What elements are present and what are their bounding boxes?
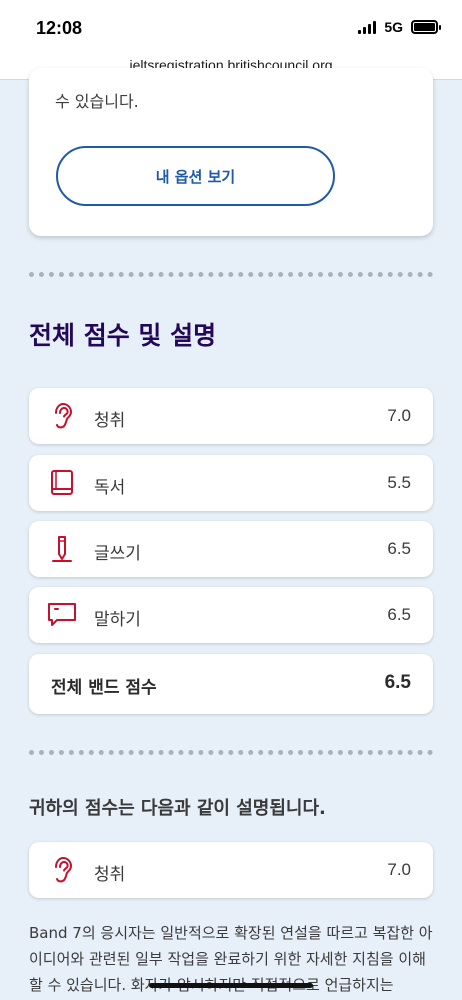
score-value: 7.0 xyxy=(387,406,411,425)
score-value: 6.5 xyxy=(387,539,411,558)
explanation-row-listening: 청취 7.0 xyxy=(29,842,433,898)
home-indicator[interactable] xyxy=(149,983,313,988)
score-label: 청취 xyxy=(94,411,126,431)
score-value: 7.0 xyxy=(387,860,411,879)
options-card: 수 있습니다. 내 옵션 보기 xyxy=(29,68,433,236)
score-explanation-title: 귀하의 점수는 다음과 같이 설명됩니다. xyxy=(29,798,326,819)
ear-icon xyxy=(55,402,73,429)
status-time: 12:08 xyxy=(36,18,83,38)
section-divider xyxy=(29,272,433,277)
score-label: 말하기 xyxy=(94,610,141,630)
score-value: 5.5 xyxy=(387,473,411,492)
overall-scores-title: 전체 점수 및 설명 xyxy=(29,321,217,350)
speech-bubble-icon xyxy=(48,603,76,626)
score-row-writing: 글쓰기 6.5 xyxy=(29,521,433,577)
signal-icon xyxy=(358,20,377,34)
status-bar: 12:08 5G xyxy=(0,0,462,50)
network-type: 5G xyxy=(384,19,403,35)
battery-icon xyxy=(411,20,441,34)
status-indicators: 5G xyxy=(358,19,441,35)
overall-band-score: 6.5 xyxy=(384,672,411,693)
options-card-text: 수 있습니다. xyxy=(55,92,139,111)
score-label: 청취 xyxy=(94,865,126,885)
score-label: 독서 xyxy=(94,478,126,498)
score-row-speaking: 말하기 6.5 xyxy=(29,587,433,643)
score-value: 6.5 xyxy=(387,605,411,624)
overall-band-label: 전체 밴드 점수 xyxy=(51,678,157,698)
pencil-icon xyxy=(52,536,72,562)
section-divider xyxy=(29,750,433,755)
score-label: 글쓰기 xyxy=(94,544,141,564)
score-row-listening: 청취 7.0 xyxy=(29,388,433,444)
score-row-reading: 독서 5.5 xyxy=(29,455,433,511)
book-icon xyxy=(51,470,73,495)
overall-band-score-row: 전체 밴드 점수 6.5 xyxy=(29,654,433,714)
ear-icon xyxy=(55,856,73,883)
view-options-button[interactable]: 내 옵션 보기 xyxy=(56,146,335,206)
